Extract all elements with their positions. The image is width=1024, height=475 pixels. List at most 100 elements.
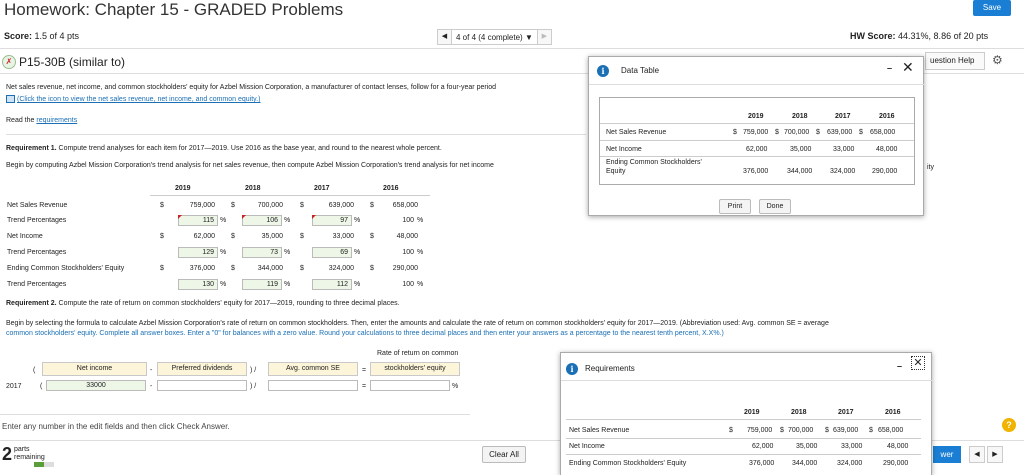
- help-icon[interactable]: ?: [1002, 418, 1016, 432]
- trend-pct-input[interactable]: 106: [242, 215, 282, 226]
- currency-symbol: $: [370, 265, 374, 272]
- question-status-dropdown[interactable]: 4 of 4 (4 complete) ▼: [452, 28, 537, 45]
- print-button[interactable]: Print: [719, 199, 751, 214]
- close-icon[interactable]: ✕: [911, 356, 925, 370]
- currency-symbol: $: [825, 427, 829, 434]
- row-label: Trend Percentages: [7, 249, 67, 256]
- trend-pct-input[interactable]: 97: [312, 215, 352, 226]
- row-line: [600, 156, 914, 157]
- req1-text: Compute trend analyses for each item for…: [58, 145, 442, 152]
- currency-symbol: $: [859, 129, 863, 136]
- next-question-button[interactable]: ▶: [987, 446, 1003, 463]
- question-help-button[interactable]: uestion Help: [925, 52, 985, 70]
- percent-sign: %: [354, 281, 361, 288]
- currency-symbol: $: [231, 202, 235, 209]
- req1-label: Requirement 1.: [6, 145, 57, 152]
- req2-instructions: Begin by selecting the formula to calcul…: [6, 320, 829, 327]
- value-cell: 62,000: [193, 233, 215, 240]
- popup-value: 658,000: [870, 129, 896, 136]
- row-label: Net Income: [7, 233, 43, 240]
- trend-pct-input[interactable]: 130: [178, 279, 218, 290]
- ror-avg-common-se-header: Avg. common SE: [268, 362, 358, 376]
- edit-hint: Enter any number in the edit fields and …: [2, 422, 230, 431]
- clear-all-button[interactable]: Clear All: [482, 446, 526, 463]
- check-answer-button[interactable]: wer: [933, 446, 961, 463]
- currency-symbol: $: [780, 427, 784, 434]
- popup-value: 700,000: [784, 129, 810, 136]
- percent-sign: %: [220, 249, 227, 256]
- data-table-link-text[interactable]: (Click the icon to view the net sales re…: [17, 96, 260, 103]
- value-cell: 324,000: [328, 265, 354, 272]
- trend-year-header: 2017: [314, 185, 330, 192]
- gear-icon[interactable]: ⚙: [992, 53, 1003, 67]
- popup-row-label: Ending Common Stockholders': [606, 159, 702, 166]
- req-value: 658,000: [878, 427, 904, 434]
- previous-question-button[interactable]: ◀: [437, 28, 452, 45]
- trend-pct-value: 129: [202, 249, 214, 256]
- req-year-header: 2017: [838, 409, 854, 416]
- trend-pct-value: 119: [266, 281, 278, 288]
- requirements-link[interactable]: requirements: [36, 117, 77, 124]
- previous-question-button[interactable]: ◀: [969, 446, 985, 463]
- popup-value: 639,000: [827, 129, 853, 136]
- trend-pct-input[interactable]: 112: [312, 279, 352, 290]
- data-table-popup: i Data Table – ✕ 2019 2018 2017 2016 Net…: [588, 56, 925, 216]
- row-label: Trend Percentages: [7, 281, 67, 288]
- table-icon[interactable]: [6, 95, 15, 103]
- divider: [0, 48, 1024, 49]
- header-underline: [150, 195, 430, 196]
- value-cell: 700,000: [257, 202, 283, 209]
- done-button[interactable]: Done: [759, 199, 791, 214]
- trend-pct-input[interactable]: 69: [312, 247, 352, 258]
- read-prefix: Read the: [6, 117, 35, 124]
- save-button[interactable]: Save: [973, 0, 1011, 16]
- parts-progress-fill: [34, 462, 44, 467]
- trend-pct-input[interactable]: 115: [178, 215, 218, 226]
- close-icon[interactable]: ✕: [902, 59, 914, 76]
- question-navigator: ◀ 4 of 4 (4 complete) ▼ ▶: [437, 28, 552, 45]
- trend-pct-input[interactable]: 129: [178, 247, 218, 258]
- req-value: 324,000: [837, 460, 863, 467]
- ror-year-2017: 2017: [6, 383, 22, 390]
- percent-sign: %: [417, 281, 424, 288]
- page-title: Homework: Chapter 15 - GRADED Problems: [4, 0, 344, 19]
- minimize-icon[interactable]: –: [887, 63, 892, 73]
- value-cell: 48,000: [396, 233, 418, 240]
- popup-year-header: 2018: [792, 113, 808, 120]
- popup-value: 33,000: [833, 146, 855, 153]
- base-year-pct: 100: [402, 281, 414, 288]
- currency-symbol: $: [231, 265, 235, 272]
- trend-pct-value: 112: [336, 281, 348, 288]
- hw-score-label: HW Score:: [850, 31, 896, 41]
- minimize-icon[interactable]: –: [897, 361, 902, 371]
- next-question-button[interactable]: ▶: [536, 28, 552, 45]
- trend-pct-input[interactable]: 119: [242, 279, 282, 290]
- value-cell: 759,000: [189, 202, 215, 209]
- divider: [561, 380, 933, 381]
- data-table-link[interactable]: (Click the icon to view the net sales re…: [6, 95, 260, 103]
- popup-value: 376,000: [743, 168, 769, 175]
- preferred-dividends-input[interactable]: [157, 380, 247, 391]
- avg-common-se-input[interactable]: [268, 380, 358, 391]
- net-income-input[interactable]: 33000: [46, 380, 146, 391]
- req-value: 639,000: [833, 427, 859, 434]
- req-year-header: 2019: [744, 409, 760, 416]
- question-id-text: P15-30B (similar to): [19, 55, 126, 69]
- ror-result-input[interactable]: [370, 380, 450, 391]
- popup-title: Requirements: [585, 364, 635, 373]
- req-value: 62,000: [752, 443, 774, 450]
- error-marker: [178, 215, 182, 219]
- base-year-pct: 100: [402, 217, 414, 224]
- req-row-label: Net Sales Revenue: [569, 427, 630, 434]
- req2-text: Compute the rate of return on common sto…: [58, 300, 400, 307]
- currency-symbol: $: [869, 427, 873, 434]
- popup-year-header: 2019: [748, 113, 764, 120]
- value-cell: 33,000: [332, 233, 354, 240]
- question-intro: Net sales revenue, net income, and commo…: [6, 84, 497, 91]
- parts-label: parts: [14, 446, 30, 453]
- parts-count: 2: [2, 444, 13, 464]
- partial-credit-icon: ✗: [2, 55, 16, 69]
- popup-value: 35,000: [790, 146, 812, 153]
- row-line: [566, 419, 921, 420]
- trend-pct-input[interactable]: 73: [242, 247, 282, 258]
